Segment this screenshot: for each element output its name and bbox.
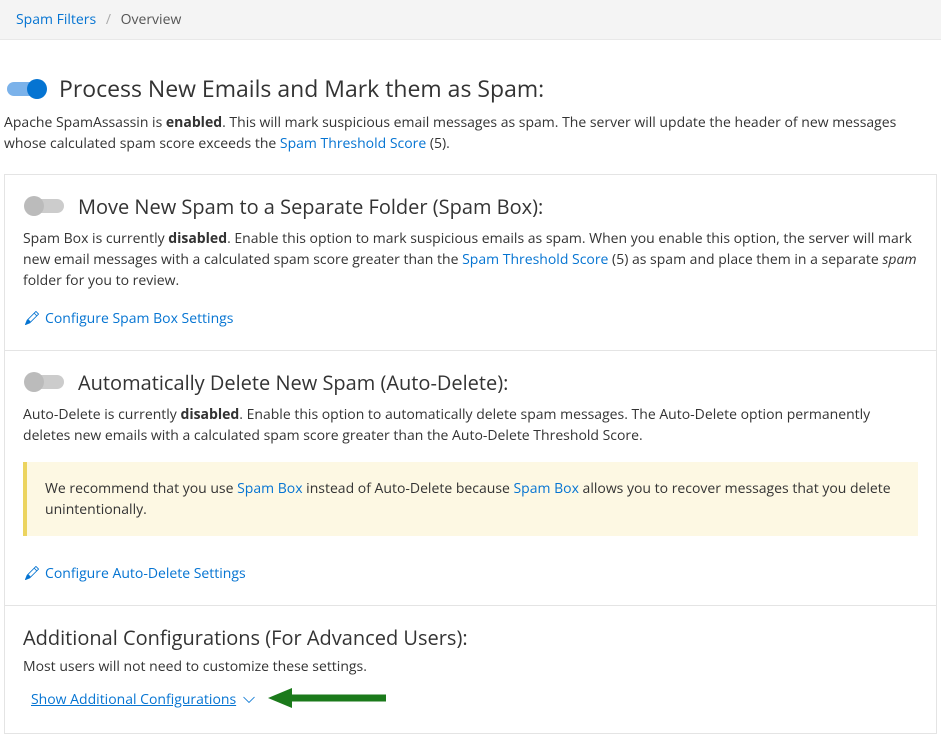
annotation-arrow-icon: [268, 686, 388, 715]
configure-auto-delete-button[interactable]: Configure Auto-Delete Settings: [23, 560, 248, 587]
configure-spam-box-label: Configure Spam Box Settings: [45, 309, 233, 328]
chevron-down-icon: [242, 692, 256, 706]
breadcrumb-separator: /: [106, 10, 111, 29]
breadcrumb: Spam Filters / Overview: [0, 0, 941, 40]
recommendation-callout: We recommend that you use Spam Box inste…: [23, 462, 918, 536]
auto-delete-section: Automatically Delete New Spam (Auto-Dele…: [5, 351, 936, 606]
spam-threshold-score-link[interactable]: Spam Threshold Score: [462, 250, 608, 269]
spam-box-title: Move New Spam to a Separate Folder (Spam…: [78, 193, 543, 220]
auto-delete-toggle[interactable]: [26, 375, 64, 389]
enabled-status: enabled: [166, 113, 222, 132]
auto-delete-title: Automatically Delete New Spam (Auto-Dele…: [78, 369, 508, 396]
toggle-knob-icon: [27, 79, 47, 99]
pencil-icon: [25, 566, 39, 580]
configure-auto-delete-label: Configure Auto-Delete Settings: [45, 564, 246, 583]
breadcrumb-root[interactable]: Spam Filters: [16, 10, 96, 29]
configure-spam-box-button[interactable]: Configure Spam Box Settings: [23, 305, 235, 332]
breadcrumb-current: Overview: [121, 10, 182, 29]
spam-box-section: Move New Spam to a Separate Folder (Spam…: [5, 175, 936, 351]
spam-box-link[interactable]: Spam Box: [237, 479, 302, 498]
pencil-icon: [25, 311, 39, 325]
spam-box-description: Spam Box is currently disabled. Enable t…: [23, 228, 918, 291]
advanced-section: Additional Configurations (For Advanced …: [5, 606, 936, 733]
advanced-subtitle: Most users will not need to customize th…: [23, 657, 918, 676]
spam-box-link[interactable]: Spam Box: [514, 479, 579, 498]
spam-box-toggle[interactable]: [26, 199, 64, 213]
show-additional-configurations-label: Show Additional Configurations: [31, 690, 236, 709]
toggle-knob-icon: [24, 196, 44, 216]
show-additional-configurations-button[interactable]: Show Additional Configurations: [31, 690, 256, 709]
process-emails-title: Process New Emails and Mark them as Spam…: [59, 74, 544, 104]
spam-folder-italic: spam: [882, 250, 916, 269]
spam-threshold-score-link[interactable]: Spam Threshold Score: [280, 134, 426, 153]
advanced-title: Additional Configurations (For Advanced …: [23, 624, 918, 651]
process-emails-description: Apache SpamAssassin is enabled. This wil…: [4, 112, 937, 154]
auto-delete-description: Auto-Delete is currently disabled. Enabl…: [23, 404, 918, 446]
options-panel: Move New Spam to a Separate Folder (Spam…: [4, 174, 937, 734]
toggle-knob-icon: [24, 372, 44, 392]
disabled-status: disabled: [180, 405, 239, 424]
process-emails-toggle[interactable]: [7, 82, 45, 96]
disabled-status: disabled: [168, 229, 227, 248]
